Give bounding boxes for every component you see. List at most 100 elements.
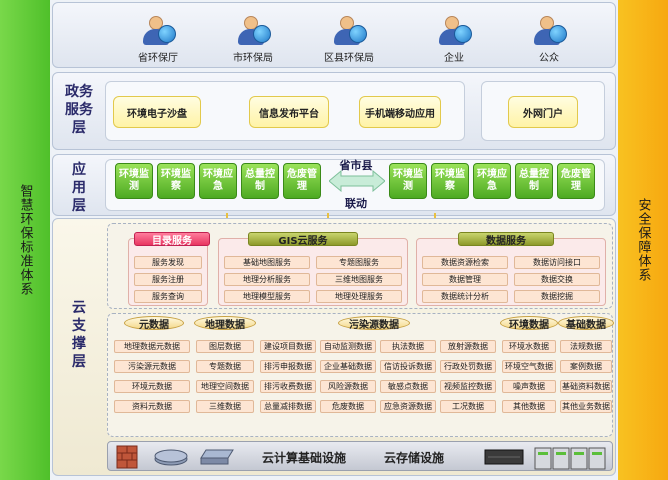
env-item[interactable]: 环境水数据 <box>502 340 556 353</box>
server-rack-icon <box>534 447 606 470</box>
pollution-item[interactable]: 工况数据 <box>440 400 496 413</box>
gis-item[interactable]: 地理分析服务 <box>224 273 310 286</box>
router-icon <box>154 449 188 466</box>
user-globe-icon <box>434 13 474 47</box>
pollution-item[interactable]: 信访投诉数据 <box>380 360 436 373</box>
user-layer: 省环保厅 市环保局 区县环保局 企业 公众 <box>52 2 616 68</box>
storage-device-icon <box>484 449 524 465</box>
firewall-icon <box>116 445 138 469</box>
cloud-layer-title: 云支撑层 <box>72 300 86 370</box>
architecture-diagram: 智慧环保标准体系 安全保障体系 省环保厅 市环保局 区县环保局 企业 公众 政务… <box>0 0 668 480</box>
app-left-inspection[interactable]: 环境监察 <box>157 163 195 199</box>
user-label: 区县环保局 <box>324 53 374 64</box>
geo-item[interactable]: 地理空间数据 <box>196 380 254 393</box>
data-service-item[interactable]: 数据交换 <box>514 273 600 286</box>
catalog-item[interactable]: 服务查询 <box>134 290 202 303</box>
app-left-monitoring[interactable]: 环境监测 <box>115 163 153 199</box>
data-service-item[interactable]: 数据挖掘 <box>514 290 600 303</box>
pollution-data-title: 污染源数据 <box>338 316 410 331</box>
base-data-title: 基础数据 <box>558 316 614 331</box>
app-left-total-control[interactable]: 总量控制 <box>241 163 279 199</box>
app-right-total-control[interactable]: 总量控制 <box>515 163 553 199</box>
user-globe-icon <box>329 13 369 47</box>
gov-item-sandbox[interactable]: 环境电子沙盘 <box>113 96 201 128</box>
pollution-item[interactable]: 视频监控数据 <box>440 380 496 393</box>
user-globe-icon <box>138 13 178 47</box>
catalog-item[interactable]: 服务发现 <box>134 256 202 269</box>
user-globe-icon <box>233 13 273 47</box>
data-service-title: 数据服务 <box>458 232 554 247</box>
base-item[interactable]: 基础资料数据 <box>560 380 612 393</box>
pollution-item[interactable]: 排污收费数据 <box>260 380 316 393</box>
app-right-emergency[interactable]: 环境应急 <box>473 163 511 199</box>
catalog-service-title: 目录服务 <box>134 232 210 247</box>
pollution-item[interactable]: 应急资源数据 <box>380 400 436 413</box>
gov-item-mobile-app[interactable]: 手机端移动应用 <box>359 96 441 128</box>
app-left-hazwaste[interactable]: 危废管理 <box>283 163 321 199</box>
gis-item[interactable]: 专题图服务 <box>316 256 402 269</box>
data-service-item[interactable]: 数据资源检索 <box>422 256 508 269</box>
gov-service-layer: 政务服务层 环境电子沙盘 信息发布平台 手机端移动应用 外网门户 <box>52 72 616 150</box>
pollution-item[interactable]: 企业基础数据 <box>320 360 376 373</box>
gis-item[interactable]: 基础地图服务 <box>224 256 310 269</box>
app-left-emergency[interactable]: 环境应急 <box>199 163 237 199</box>
data-service-item[interactable]: 数据访问接口 <box>514 256 600 269</box>
pollution-item[interactable]: 自动监测数据 <box>320 340 376 353</box>
services-panel: 目录服务 服务发现 服务注册 服务查询 GIS云服务 基础地图服务 专题图服务 … <box>107 223 613 309</box>
meta-item[interactable]: 环境元数据 <box>114 380 190 393</box>
meta-item[interactable]: 资料元数据 <box>114 400 190 413</box>
data-service-item[interactable]: 数据统计分析 <box>422 290 508 303</box>
pollution-item[interactable]: 行政处罚数据 <box>440 360 496 373</box>
app-right-hazwaste[interactable]: 危废管理 <box>557 163 595 199</box>
geo-data-title: 地理数据 <box>194 316 256 331</box>
meta-data-title: 元数据 <box>124 316 184 331</box>
geo-item[interactable]: 三维数据 <box>196 400 254 413</box>
pollution-item[interactable]: 放射源数据 <box>440 340 496 353</box>
pollution-item[interactable]: 危废数据 <box>320 400 376 413</box>
data-service-item[interactable]: 数据管理 <box>422 273 508 286</box>
gis-item[interactable]: 地理模型服务 <box>224 290 310 303</box>
cloud-storage-infra-label: 云存储设施 <box>384 451 445 465</box>
gov-item-info-platform[interactable]: 信息发布平台 <box>249 96 329 128</box>
env-data-title: 环境数据 <box>500 316 558 331</box>
standards-system-bar: 智慧环保标准体系 <box>0 0 50 480</box>
meta-item[interactable]: 地理数据元数据 <box>114 340 190 353</box>
user-provincial: 省环保厅 <box>123 13 193 64</box>
user-globe-icon <box>529 13 569 47</box>
env-item[interactable]: 噪声数据 <box>502 380 556 393</box>
user-label: 市环保局 <box>233 53 273 64</box>
user-label: 公众 <box>539 53 559 64</box>
gov-item-external-portal[interactable]: 外网门户 <box>508 96 578 128</box>
gis-item[interactable]: 地理处理服务 <box>316 290 402 303</box>
gov-layer-title: 政务服务层 <box>65 84 93 136</box>
double-arrow-icon <box>329 170 385 192</box>
pollution-item[interactable]: 执法数据 <box>380 340 436 353</box>
base-item[interactable]: 其他业务数据 <box>560 400 612 413</box>
app-right-monitoring[interactable]: 环境监测 <box>389 163 427 199</box>
main-area: 省环保厅 市环保局 区县环保局 企业 公众 政务服务层 环境电子沙盘 信息发布平… <box>50 0 618 480</box>
env-item[interactable]: 环境空气数据 <box>502 360 556 373</box>
pollution-item[interactable]: 敏感点数据 <box>380 380 436 393</box>
app-right-inspection[interactable]: 环境监察 <box>431 163 469 199</box>
base-item[interactable]: 法规数据 <box>560 340 612 353</box>
geo-item[interactable]: 专题数据 <box>196 360 254 373</box>
pollution-item[interactable]: 排污申报数据 <box>260 360 316 373</box>
switch-icon <box>200 449 234 465</box>
app-layer-title: 应用层 <box>72 162 86 214</box>
standards-system-label: 智慧环保标准体系 <box>17 184 33 296</box>
geo-item[interactable]: 图层数据 <box>196 340 254 353</box>
application-layer: 应用层 环境监测 环境监察 环境应急 总量控制 危废管理 省市县 联动 环境监测… <box>52 154 616 216</box>
user-label: 省环保厅 <box>138 53 178 64</box>
user-county: 区县环保局 <box>314 13 384 64</box>
pollution-item[interactable]: 总量减排数据 <box>260 400 316 413</box>
gis-item[interactable]: 三维地图服务 <box>316 273 402 286</box>
base-item[interactable]: 案例数据 <box>560 360 612 373</box>
security-system-bar: 安全保障体系 <box>618 0 668 480</box>
env-item[interactable]: 其他数据 <box>502 400 556 413</box>
catalog-item[interactable]: 服务注册 <box>134 273 202 286</box>
pollution-item[interactable]: 风险源数据 <box>320 380 376 393</box>
gis-service-title: GIS云服务 <box>248 232 358 247</box>
meta-item[interactable]: 污染源元数据 <box>114 360 190 373</box>
data-panel: 元数据 地理数据元数据 污染源元数据 环境元数据 资料元数据 地理数据 图层数据… <box>107 313 614 437</box>
pollution-item[interactable]: 建设项目数据 <box>260 340 316 353</box>
